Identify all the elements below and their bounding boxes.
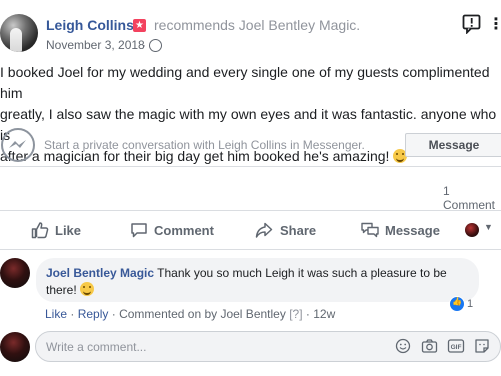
emoji-icon[interactable] — [395, 338, 411, 354]
comment-input-placeholder: Write a comment... — [46, 340, 147, 354]
help-link[interactable]: [?] — [289, 307, 302, 321]
message-icon[interactable] — [360, 221, 380, 239]
recommendation-text: recommends Joel Bentley Magic. — [154, 17, 361, 33]
comment-line: Joel Bentley Magic Thank you so much Lei… — [46, 265, 476, 282]
message-button[interactable]: Message — [405, 133, 501, 157]
globe-icon — [149, 39, 162, 52]
comment-count[interactable]: 1 Comment — [443, 184, 501, 212]
more-options-icon[interactable]: ⋮ — [488, 14, 501, 34]
commented-by: Commented on by Joel Bentley — [119, 307, 286, 321]
camera-icon[interactable] — [421, 338, 438, 354]
page-avatar-selector[interactable] — [465, 223, 479, 237]
sticker-icon[interactable] — [474, 338, 490, 354]
date-separator: · — [142, 38, 146, 52]
like-reaction-icon[interactable] — [449, 296, 465, 312]
message-action[interactable]: Message — [385, 223, 440, 238]
comment-icon[interactable] — [130, 221, 148, 239]
post-body-line: I booked Joel for my wedding and every s… — [0, 64, 490, 101]
messenger-icon — [1, 128, 35, 162]
comment-action[interactable]: Comment — [154, 223, 214, 238]
like-icon[interactable] — [31, 221, 49, 239]
comment-meta: Like · Reply · Commented on by Joel Bent… — [45, 307, 335, 321]
chevron-down-icon[interactable]: ▼ — [484, 222, 493, 232]
divider — [0, 166, 501, 167]
share-action[interactable]: Share — [280, 223, 316, 238]
comment-time[interactable]: 12w — [313, 307, 335, 321]
comment-like-count[interactable]: 1 — [467, 298, 473, 310]
grin-emoji-icon — [80, 282, 95, 296]
meta-separator: · — [70, 307, 78, 321]
gif-icon[interactable]: GIF — [447, 338, 465, 354]
comment-text: there! — [46, 283, 77, 297]
comment-author[interactable]: Joel Bentley Magic — [46, 266, 154, 280]
meta-separator: · — [111, 307, 120, 321]
post-date[interactable]: November 3, 2018 — [46, 38, 145, 52]
viewer-avatar — [0, 332, 30, 362]
comment-line: there! — [46, 282, 476, 299]
comment-like-link[interactable]: Like — [45, 307, 67, 321]
divider — [0, 249, 501, 250]
author-name[interactable]: Leigh Collins — [46, 17, 134, 33]
share-icon[interactable] — [255, 221, 273, 239]
like-action[interactable]: Like — [55, 223, 81, 238]
comment-text: Thank you so much Leigh it was such a pl… — [157, 266, 447, 280]
avatar-photo-figure — [10, 28, 22, 52]
commenter-avatar[interactable] — [0, 258, 30, 288]
divider — [0, 210, 501, 211]
comment-body: Joel Bentley Magic Thank you so much Lei… — [46, 265, 476, 299]
author-avatar[interactable] — [0, 14, 38, 52]
svg-text:GIF: GIF — [451, 344, 462, 351]
recommend-icon — [133, 19, 146, 32]
report-icon[interactable] — [462, 14, 484, 34]
messenger-prompt: Start a private conversation with Leigh … — [44, 138, 365, 152]
comment-reply-link[interactable]: Reply — [78, 307, 109, 321]
